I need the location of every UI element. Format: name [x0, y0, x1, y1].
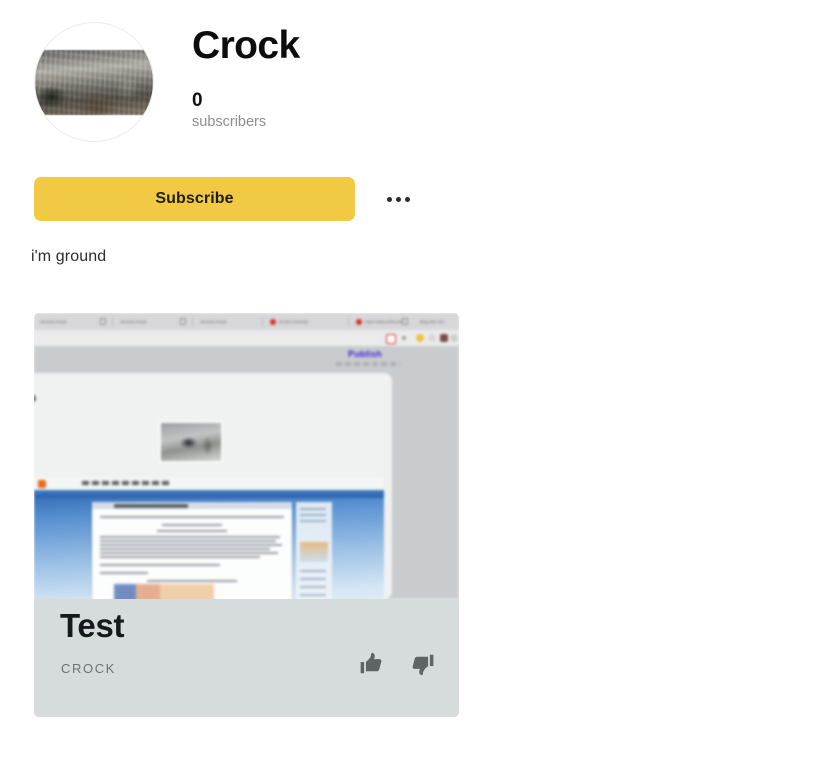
dot-icon — [402, 336, 406, 340]
thumb-embedded-photo — [159, 421, 223, 463]
tab-separator — [262, 317, 263, 326]
tab-separator — [112, 317, 113, 326]
ellipsis-icon — [386, 196, 392, 202]
thumb-document-panel: ls — [34, 373, 392, 599]
thumb-inner-doc-titlebar — [92, 502, 292, 509]
thumb-site-header — [34, 477, 384, 491]
thumb-tab-label: Security threat — [40, 319, 67, 324]
puzzle-icon — [440, 334, 448, 342]
video-uploader: CROCK — [61, 661, 116, 676]
thumb-window-titlebar — [34, 490, 384, 498]
thumb-tab-label: Blog with info — [420, 319, 445, 324]
more-options-button[interactable] — [381, 182, 415, 216]
profile-icon — [428, 334, 436, 342]
ellipsis-icon — [395, 196, 401, 202]
thumb-publish-label: Publish — [348, 349, 382, 359]
page-icon — [100, 318, 106, 325]
video-title: Test — [60, 607, 125, 644]
like-button[interactable] — [359, 651, 385, 677]
thumb-nested-window — [34, 490, 384, 599]
favicon-icon — [38, 480, 46, 488]
thumb-flag-image — [114, 584, 214, 599]
thumb-browser-toolbar — [34, 330, 459, 346]
thumb-tab-label: Security threat — [200, 319, 227, 324]
thumb-sidebar-column — [296, 502, 332, 599]
thumb-inner-document — [92, 502, 292, 599]
thumb-publish-meta — [336, 362, 400, 366]
page-icon — [402, 318, 408, 325]
thumb-site-header-text — [82, 481, 172, 485]
video-card-footer: Test CROCK — [34, 599, 459, 717]
thumbs-up-icon — [360, 652, 382, 674]
video-card[interactable]: Security threat Security threat Security… — [34, 313, 459, 717]
thumb-page-content: Publish ls — [34, 346, 459, 599]
thumb-browser-tab: Hit Bot Gateway — [266, 313, 348, 330]
thumb-sidebar-image — [300, 542, 328, 562]
warning-icon — [270, 318, 276, 325]
video-ratings — [359, 651, 435, 677]
thumb-browser-tabbar: Security threat Security threat Security… — [34, 313, 459, 330]
ellipsis-icon — [404, 196, 410, 202]
thumb-tab-icon-slot — [398, 313, 416, 330]
thumb-tab-label: Security threat — [120, 319, 147, 324]
page-icon — [180, 318, 186, 325]
extension-icon — [386, 334, 396, 344]
thumb-tab-label: Hit Bot Gateway — [279, 319, 308, 324]
channel-name: Crock — [192, 24, 300, 67]
subscriber-count: 0 — [192, 90, 203, 111]
thumb-browser-tab: Security threat — [116, 313, 182, 330]
channel-actions: Subscribe — [34, 177, 415, 221]
thumbnail-image: Security threat Security threat Security… — [34, 313, 459, 599]
menu-icon — [450, 334, 458, 342]
thumb-browser-tab: Blog with info — [416, 313, 459, 330]
thumb-browser-tab: Security threat — [36, 313, 102, 330]
subscribe-button[interactable]: Subscribe — [34, 177, 355, 221]
tab-separator — [192, 317, 193, 326]
avatar-image — [35, 50, 153, 115]
channel-header: Crock 0 subscribers — [34, 22, 300, 142]
video-thumbnail[interactable]: Security threat Security threat Security… — [34, 313, 459, 599]
dislike-button[interactable] — [409, 651, 435, 677]
thumbs-down-icon — [412, 654, 434, 676]
channel-meta: Crock 0 subscribers — [192, 22, 300, 132]
warning-icon — [356, 318, 362, 325]
thumb-page-heading: ls — [34, 393, 36, 404]
subscriber-label: subscribers — [192, 113, 267, 130]
tab-separator — [348, 317, 349, 326]
channel-description: i'm ground — [31, 248, 107, 265]
warning-badge-icon — [416, 334, 424, 342]
thumb-browser-tab: Security threat — [196, 313, 262, 330]
avatar[interactable] — [34, 22, 154, 142]
